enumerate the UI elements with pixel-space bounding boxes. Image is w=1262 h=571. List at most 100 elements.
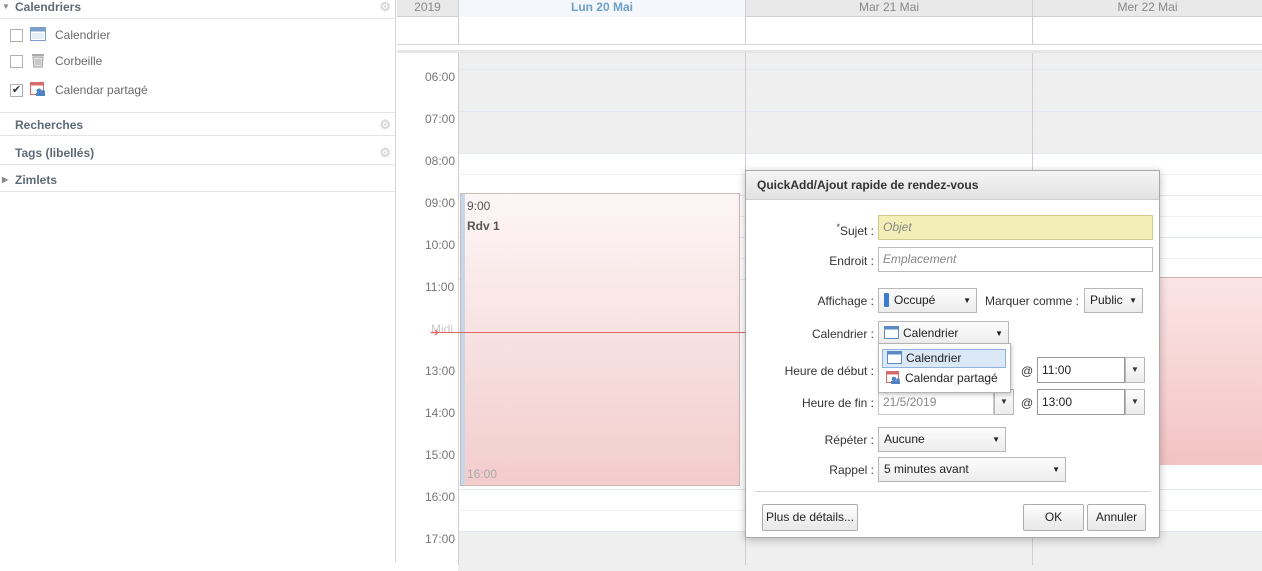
zimlets-header[interactable]: ▶ Zimlets xyxy=(0,168,395,192)
chevron-down-icon: ▼ xyxy=(1052,465,1060,474)
chevron-down-icon: ▼ xyxy=(1129,296,1137,305)
chevron-down-icon: ▼ xyxy=(963,296,971,305)
hour-label: 15:00 xyxy=(425,448,456,462)
end-time-input[interactable]: 13:00 xyxy=(1037,389,1125,415)
chevron-down-icon: ▼ xyxy=(995,329,1003,338)
ok-button[interactable]: OK xyxy=(1023,504,1084,531)
day-header-wed[interactable]: Mer 22 Mai xyxy=(1032,0,1262,17)
calendars-header[interactable]: ▼ Calendriers ⚙ xyxy=(0,0,395,19)
hour-label: 11:00 xyxy=(425,280,455,294)
searches-header[interactable]: Recherches ⚙ xyxy=(0,112,395,136)
reminder-select[interactable]: 5 minutes avant ▼ xyxy=(878,457,1066,482)
calendars-header-label: Calendriers xyxy=(15,0,82,14)
hour-label: 09:00 xyxy=(425,196,456,210)
dialog-title[interactable]: QuickAdd/Ajout rapide de rendez-vous xyxy=(746,171,1159,200)
end-label: Heure de fin : xyxy=(801,396,874,410)
tags-header[interactable]: Tags (libellés) ⚙ xyxy=(0,141,395,165)
all-day-divider xyxy=(1032,17,1033,45)
calendar-dropdown-list: Calendrier Calendar partagé xyxy=(878,343,1011,393)
day-header-mon[interactable]: Lun 20 Mai xyxy=(458,0,745,17)
chevron-down-icon: ▼ xyxy=(992,435,1000,444)
hour-label: 13:00 xyxy=(425,364,456,378)
tags-header-label: Tags (libellés) xyxy=(15,146,95,160)
sidebar-item-corbeille[interactable]: Corbeille xyxy=(10,52,310,70)
subject-label-text: Sujet : xyxy=(839,224,874,238)
shared-calendar-checkbox[interactable]: ✔ xyxy=(10,84,23,97)
option-label: Calendar partagé xyxy=(905,371,998,385)
trash-checkbox[interactable] xyxy=(10,55,23,68)
gear-icon[interactable]: ⚙ xyxy=(379,113,391,137)
quickadd-dialog: QuickAdd/Ajout rapide de rendez-vous *Su… xyxy=(745,170,1160,538)
sidebar: ▼ Calendriers ⚙ Calendrier Corbeille ✔ C… xyxy=(0,0,396,562)
display-value: Occupé xyxy=(894,293,936,307)
gear-icon[interactable]: ⚙ xyxy=(379,0,391,19)
grid-line xyxy=(458,132,1262,133)
all-day-divider xyxy=(745,17,746,45)
hour-label: 08:00 xyxy=(425,154,456,168)
year-label: 2019 xyxy=(414,0,441,14)
at-symbol: @ xyxy=(1021,396,1034,410)
more-details-button[interactable]: Plus de détails... xyxy=(762,504,858,531)
dropdown-option-calendrier[interactable]: Calendrier xyxy=(882,349,1006,368)
trash-icon xyxy=(30,53,46,68)
start-time-dropdown[interactable]: ▼ xyxy=(1125,357,1145,383)
repeat-label: Répéter : xyxy=(824,433,874,447)
current-time-arrow-icon: ➔ xyxy=(430,327,440,339)
all-day-divider xyxy=(458,17,459,45)
calendar-value: Calendrier xyxy=(903,326,959,340)
calendar-icon xyxy=(884,324,899,339)
hour-label: 06:00 xyxy=(425,70,456,84)
shared-calendar-icon xyxy=(886,371,901,384)
sidebar-item-calendar-partage[interactable]: ✔ Calendar partagé xyxy=(10,81,310,99)
expand-triangle-icon[interactable]: ▶ xyxy=(2,168,8,192)
subject-input[interactable]: Objet xyxy=(878,215,1153,240)
repeat-select[interactable]: Aucune ▼ xyxy=(878,427,1006,452)
calendar-field-label: Calendrier : xyxy=(811,327,874,341)
start-label: Heure de début : xyxy=(784,364,874,378)
calendar-label: Calendrier xyxy=(55,28,111,42)
cancel-button[interactable]: Annuler xyxy=(1087,504,1146,531)
grid-line xyxy=(458,552,1262,553)
display-select[interactable]: Occupé ▼ xyxy=(878,288,977,313)
appointment-start-time: 9:00 xyxy=(467,199,491,213)
location-input[interactable]: Emplacement xyxy=(878,247,1153,272)
repeat-value: Aucune xyxy=(884,432,925,446)
end-time-dropdown[interactable]: ▼ xyxy=(1125,389,1145,415)
reminder-value: 5 minutes avant xyxy=(884,462,969,476)
calendar-icon xyxy=(30,27,46,42)
mark-as-label: Marquer comme : xyxy=(984,294,1079,308)
hour-label: 14:00 xyxy=(425,406,456,420)
collapse-triangle-icon[interactable]: ▼ xyxy=(2,0,10,19)
day-header-tue[interactable]: Mar 21 Mai xyxy=(745,0,1032,17)
current-time-line xyxy=(437,332,747,333)
shared-calendar-label: Calendar partagé xyxy=(55,83,148,97)
start-time-input[interactable]: 11:00 xyxy=(1037,357,1125,383)
mark-as-select[interactable]: Public ▼ xyxy=(1084,288,1143,313)
sidebar-item-calendrier[interactable]: Calendrier xyxy=(10,26,310,44)
appointment-end-time: 16:00 xyxy=(467,467,498,481)
gear-icon[interactable]: ⚙ xyxy=(379,141,391,165)
mark-as-value: Public xyxy=(1090,293,1123,307)
hour-label: 16:00 xyxy=(425,490,456,504)
zimlets-header-label: Zimlets xyxy=(15,173,58,187)
reminder-label: Rappel : xyxy=(829,463,874,477)
hour-label: 07:00 xyxy=(425,112,456,126)
hour-label: 17:00 xyxy=(425,532,456,546)
trash-label: Corbeille xyxy=(55,54,103,68)
dropdown-option-calendar-partage[interactable]: Calendar partagé xyxy=(882,370,1006,389)
busy-swatch-icon xyxy=(884,293,889,307)
grid-line xyxy=(458,111,1262,112)
searches-header-label: Recherches xyxy=(15,118,84,132)
subject-label: *Sujet : xyxy=(786,222,874,238)
calendar-icon xyxy=(887,351,902,364)
hour-label: 10:00 xyxy=(425,238,456,252)
at-symbol: @ xyxy=(1021,364,1034,378)
calendar-checkbox[interactable] xyxy=(10,29,23,42)
grid-line xyxy=(458,153,1262,154)
option-label: Calendrier xyxy=(906,351,962,365)
shared-calendar-icon xyxy=(30,82,46,97)
all-day-row[interactable] xyxy=(397,17,1262,45)
grid-line xyxy=(458,90,1262,91)
appointment-rdv1[interactable]: 9:00 Rdv 1 16:00 xyxy=(460,193,740,486)
appointment-block[interactable] xyxy=(1160,277,1262,465)
